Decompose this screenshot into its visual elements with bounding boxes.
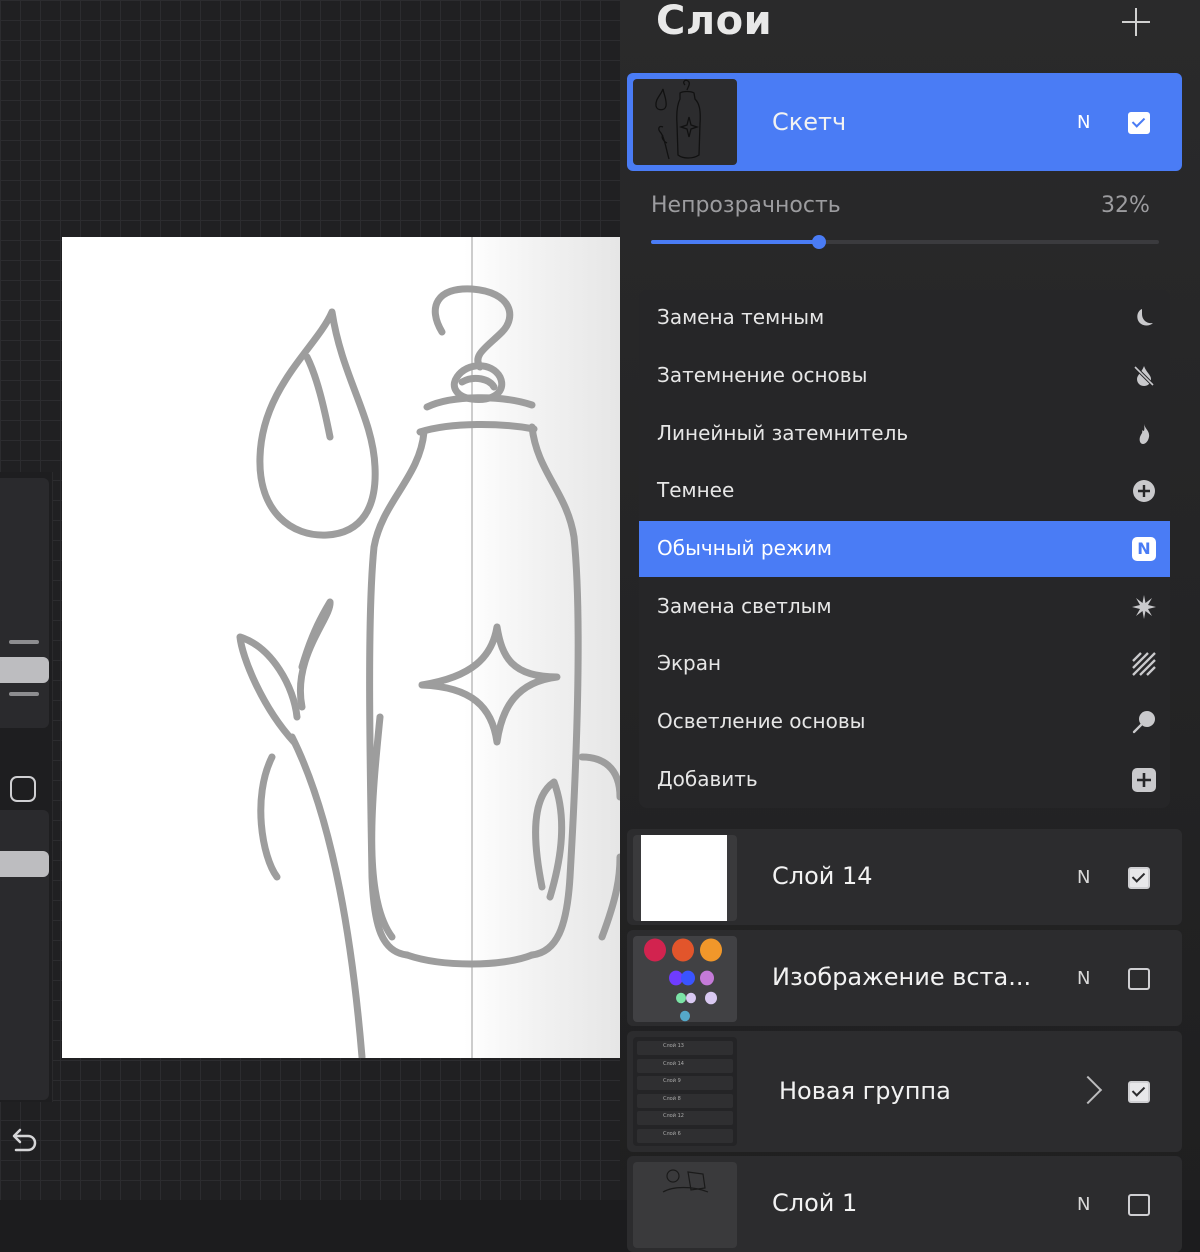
- panel-title: Слои: [656, 0, 773, 44]
- color-swatch: [700, 938, 722, 962]
- blend-mode-darken-replace[interactable]: Замена темным: [639, 290, 1170, 346]
- group-thumb-row-label: Слой 14: [663, 1060, 684, 1067]
- opacity-label: Непрозрачность: [651, 193, 841, 218]
- group-thumb-row: Слой 8: [637, 1093, 733, 1108]
- blend-mode-label: Обычный режим: [657, 536, 833, 560]
- blend-mode-screen[interactable]: Экран: [639, 636, 1170, 692]
- blend-mode-label: Замена светлым: [657, 594, 832, 618]
- group-thumb-row: Слой 14: [637, 1058, 733, 1073]
- group-thumb-row: Слой 9: [637, 1076, 733, 1090]
- group-thumb-row-label: Слой 6: [663, 1130, 681, 1137]
- layer-thumbnail: [633, 1162, 737, 1248]
- moon-icon: [1132, 306, 1156, 330]
- blend-mode-indicator[interactable]: N: [1077, 867, 1090, 888]
- blend-mode-label: Темнее: [657, 478, 735, 502]
- visibility-checkbox[interactable]: [1128, 112, 1150, 134]
- layer-name: Слой 14: [772, 862, 873, 890]
- visibility-checkbox[interactable]: [1128, 1081, 1150, 1103]
- color-swatch: [676, 992, 686, 1004]
- opacity-slider[interactable]: [651, 235, 1159, 249]
- opacity-value: 32%: [1101, 193, 1150, 218]
- blend-mode-label: Линейный затемнитель: [657, 421, 909, 445]
- blend-mode-darker[interactable]: Темнее: [639, 463, 1170, 519]
- opacity-slider-fill: [651, 240, 819, 244]
- drawing-canvas[interactable]: [62, 237, 620, 1058]
- brush-opacity-knob[interactable]: [0, 851, 49, 877]
- sparkle-burst-icon: [1132, 595, 1156, 619]
- layer-name: Новая группа: [779, 1077, 951, 1105]
- layer-row[interactable]: Слой 14 N: [627, 829, 1182, 925]
- color-swatch: [686, 992, 696, 1004]
- layer-name: Скетч: [772, 108, 847, 136]
- blend-mode-label: Замена темным: [657, 305, 825, 329]
- color-swatch: [644, 938, 666, 962]
- blend-mode-add[interactable]: Добавить: [639, 752, 1170, 808]
- brush-size-knob[interactable]: [0, 657, 49, 683]
- flame-icon: [1132, 422, 1156, 446]
- plus-square-icon: [1132, 768, 1156, 792]
- blend-mode-linear-burn[interactable]: Линейный затемнитель: [639, 406, 1170, 462]
- blend-mode-indicator[interactable]: N: [1077, 1194, 1090, 1215]
- visibility-checkbox[interactable]: [1128, 968, 1150, 990]
- layer-thumbnail: [633, 835, 737, 921]
- layer-row[interactable]: Слой 1 N: [627, 1156, 1182, 1252]
- plus-icon[interactable]: [1118, 4, 1154, 40]
- n-badge-icon: N: [1132, 537, 1156, 561]
- modify-button[interactable]: [10, 776, 36, 802]
- blend-mode-normal[interactable]: Обычный режим N: [639, 521, 1170, 577]
- group-thumbnail: Слой 13 Слой 14 Слой 9 Слой 8 Слой 12 Слой 6: [633, 1037, 737, 1146]
- group-thumb-row-label: Слой 12: [663, 1113, 684, 1119]
- layer-name: Изображение вста...: [772, 963, 1032, 991]
- group-thumb-row-label: Слой 9: [663, 1078, 681, 1084]
- layer-name: Слой 1: [772, 1189, 858, 1217]
- group-thumb-row-label: Слой 8: [663, 1095, 681, 1102]
- blend-mode-label: Затемнение основы: [657, 363, 868, 387]
- color-swatch: [672, 938, 694, 962]
- burn-off-icon: [1132, 364, 1156, 388]
- sketch-artwork: [236, 237, 620, 1058]
- layer-row[interactable]: Изображение вста... N: [627, 930, 1182, 1026]
- layer-thumbnail: [633, 936, 737, 1022]
- blend-mode-label: Экран: [657, 651, 722, 675]
- opacity-slider-thumb[interactable]: [812, 235, 826, 249]
- color-swatch: [705, 991, 717, 1005]
- blend-mode-menu: Замена темным Затемнение основы Линейный…: [639, 290, 1170, 808]
- size-indicator-top: [9, 640, 39, 644]
- color-swatch: [681, 970, 695, 986]
- color-swatch: [700, 970, 714, 986]
- hatch-icon: [1132, 652, 1156, 676]
- blend-mode-color-burn[interactable]: Затемнение основы: [639, 348, 1170, 404]
- blend-mode-indicator[interactable]: N: [1077, 112, 1090, 133]
- layer-row-active[interactable]: Скетч N: [627, 73, 1182, 171]
- visibility-checkbox[interactable]: [1128, 867, 1150, 889]
- blend-mode-indicator[interactable]: N: [1077, 968, 1090, 989]
- group-thumb-row-label: Слой 13: [663, 1043, 684, 1049]
- group-thumb-row: Слой 13: [637, 1041, 733, 1055]
- blend-mode-label: Осветление основы: [657, 709, 866, 733]
- group-thumb-row: Слой 6: [637, 1128, 733, 1143]
- blend-mode-label: Добавить: [657, 767, 758, 791]
- color-swatches: [644, 938, 722, 1022]
- color-swatch: [680, 1010, 690, 1022]
- plus-circle-icon: [1132, 479, 1156, 503]
- brush-size-slider[interactable]: [0, 478, 49, 728]
- n-badge-text: N: [1132, 537, 1156, 561]
- blend-mode-lighten-replace[interactable]: Замена светлым: [639, 579, 1170, 635]
- lollipop-icon: [1132, 710, 1156, 734]
- size-indicator-bottom: [9, 692, 39, 696]
- color-swatch: [669, 970, 683, 986]
- undo-icon[interactable]: [10, 1126, 38, 1154]
- blend-mode-color-dodge[interactable]: Осветление основы: [639, 694, 1170, 750]
- layer-thumbnail: [633, 79, 737, 165]
- group-thumb-row: Слой 12: [637, 1111, 733, 1125]
- visibility-checkbox[interactable]: [1128, 1194, 1150, 1216]
